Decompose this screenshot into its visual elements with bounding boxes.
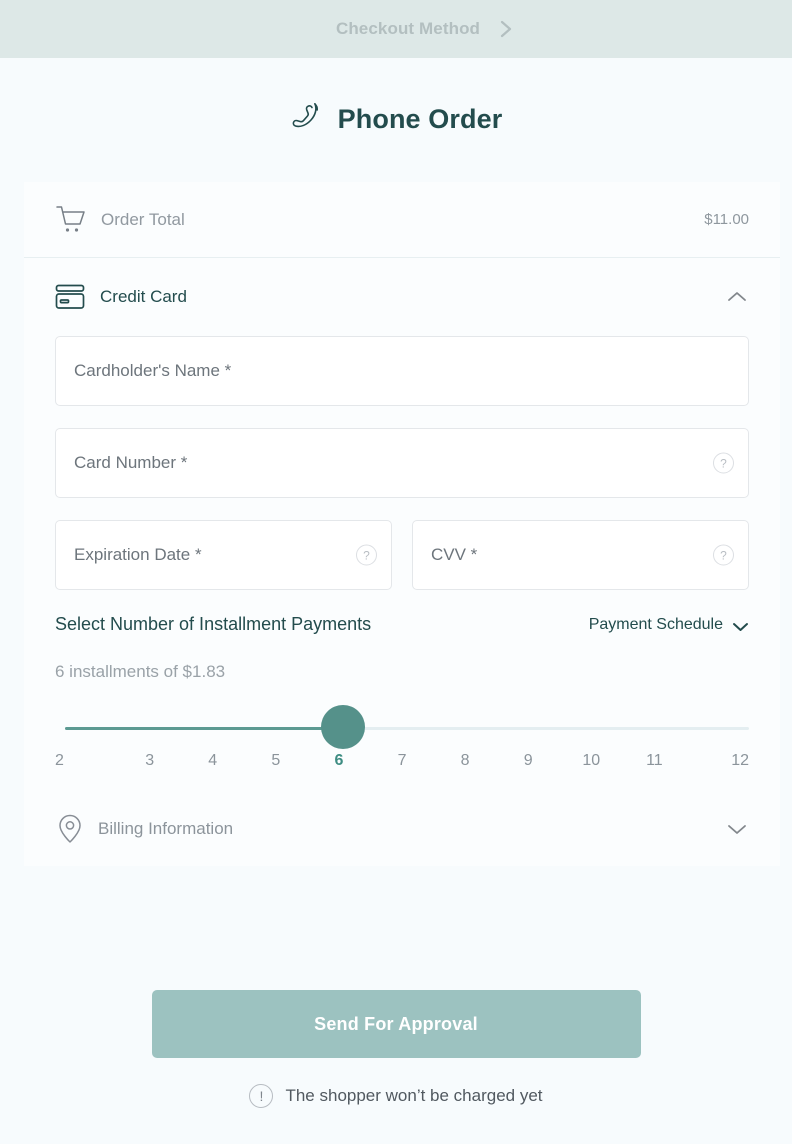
cardholder-name-field[interactable]: Cardholder's Name *	[55, 336, 749, 406]
expiration-date-placeholder: Expiration Date *	[74, 545, 202, 564]
charge-note-text: The shopper won’t be charged yet	[285, 1086, 543, 1105]
installments-title: Select Number of Installment Payments	[55, 614, 372, 634]
installments-summary: 6 installments of $1.83	[55, 662, 226, 681]
cvv-placeholder: CVV *	[431, 545, 478, 564]
checkout-footer: Send For Approval ! The shopper won’t be…	[0, 990, 792, 1108]
exclamation-circle-icon: !	[249, 1084, 274, 1108]
question-mark-icon[interactable]: ?	[713, 544, 734, 566]
slider-thumb[interactable]	[321, 705, 365, 749]
location-pin-icon	[55, 813, 85, 845]
charge-note: ! The shopper won’t be charged yet	[0, 1084, 792, 1108]
chevron-down-icon	[732, 619, 749, 631]
cvv-field[interactable]: CVV * ?	[412, 520, 749, 590]
installments-section: Select Number of Installment Payments Pa…	[24, 614, 780, 770]
payment-schedule-label: Payment Schedule	[588, 615, 723, 633]
order-total-row: Order Total $11.00	[24, 182, 780, 258]
checkout-step[interactable]: Checkout Method	[336, 19, 516, 39]
slider-track-fill	[65, 727, 343, 730]
shopping-cart-icon	[55, 205, 87, 235]
checkout-step-label: Checkout Method	[335, 19, 481, 38]
installments-header: Select Number of Installment Payments Pa…	[55, 614, 749, 635]
phone-icon	[290, 100, 324, 138]
credit-card-icon	[55, 284, 87, 310]
cardholder-name-placeholder: Cardholder's Name *	[74, 361, 232, 380]
chevron-down-icon[interactable]	[725, 822, 749, 836]
order-total-label: Order Total	[101, 209, 185, 229]
checkout-progress-bar: Checkout Method	[0, 0, 792, 58]
credit-card-section-label: Credit Card	[100, 287, 187, 306]
payment-schedule-toggle[interactable]: Payment Schedule	[589, 616, 749, 634]
credit-card-form: Cardholder's Name * Card Number * ? Expi…	[24, 336, 780, 590]
chevron-right-icon	[496, 19, 516, 39]
expiration-date-field[interactable]: Expiration Date * ?	[55, 520, 392, 590]
checkout-card: Order Total $11.00 Credit Card Cardholde…	[24, 182, 780, 866]
question-mark-icon[interactable]: ?	[356, 544, 377, 566]
send-for-approval-button[interactable]: Send For Approval	[151, 990, 641, 1058]
chevron-up-icon[interactable]	[725, 290, 749, 304]
question-mark-icon[interactable]: ?	[713, 452, 734, 474]
billing-information-section-header[interactable]: Billing Information	[24, 792, 780, 866]
card-number-placeholder: Card Number *	[74, 453, 188, 472]
page-header: Phone Order	[0, 58, 792, 176]
installments-slider[interactable]	[55, 700, 749, 758]
expiry-cvv-row: Expiration Date * ? CVV * ?	[55, 520, 749, 590]
order-total-value: $11.00	[704, 211, 749, 228]
page-title: Phone Order	[337, 103, 503, 134]
credit-card-section-header[interactable]: Credit Card	[24, 258, 780, 336]
billing-information-label: Billing Information	[98, 819, 234, 838]
card-number-field[interactable]: Card Number * ?	[55, 428, 749, 498]
